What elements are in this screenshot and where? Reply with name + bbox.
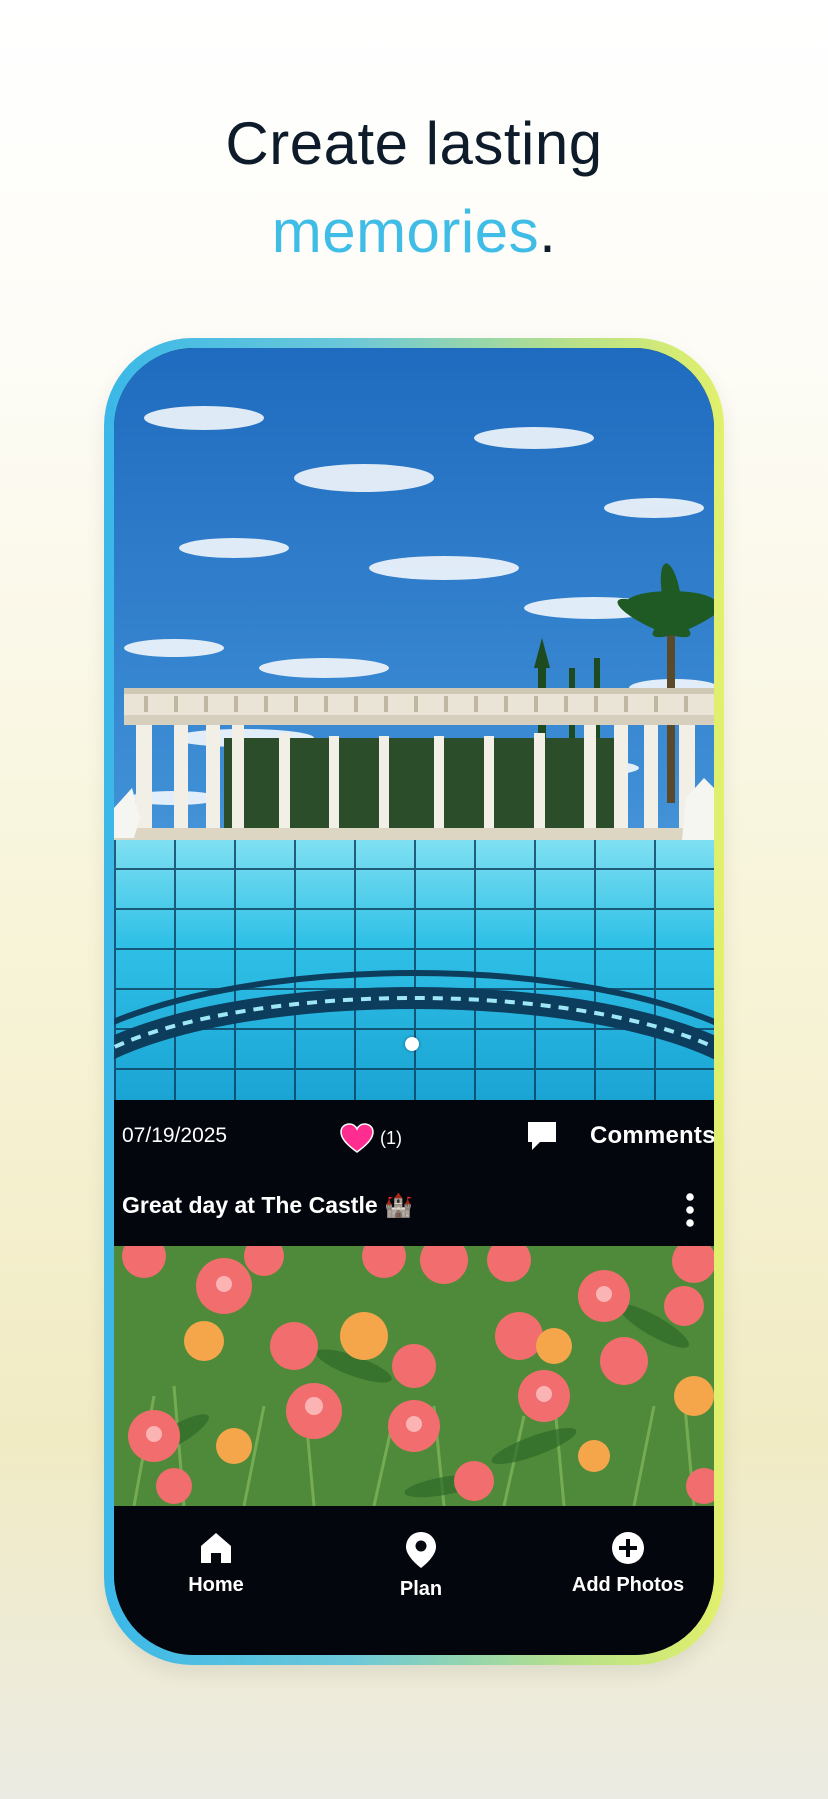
headline-period: .: [539, 198, 557, 265]
nav-home-label: Home: [188, 1574, 244, 1596]
post-info-bar: 07/19/2025 (1) Comments: [114, 1100, 714, 1176]
nav-add-photos[interactable]: Add Photos: [528, 1530, 714, 1597]
headline-accent-word: memories: [271, 198, 540, 265]
post-date: 07/19/2025: [122, 1124, 228, 1147]
plus-circle-icon: [612, 1532, 644, 1564]
pool-photo-illustration: [114, 348, 714, 1100]
nav-plan[interactable]: Plan: [321, 1530, 521, 1601]
bottom-nav: Home Plan Add Photos: [114, 1506, 714, 1655]
carousel-dot-indicator[interactable]: [405, 1037, 419, 1051]
like-button[interactable]: (1): [340, 1120, 402, 1156]
post-caption: Great day at The Castle 🏰: [122, 1192, 413, 1218]
post-photo-pool[interactable]: [114, 348, 714, 1100]
headline-line-2: memories.: [0, 188, 828, 276]
caption-bar: Great day at The Castle 🏰: [114, 1176, 714, 1246]
home-icon: [201, 1533, 231, 1563]
post-photo-flowers[interactable]: [114, 1246, 714, 1506]
more-vertical-icon[interactable]: [682, 1190, 698, 1230]
nav-add-photos-label: Add Photos: [571, 1574, 685, 1596]
nav-home[interactable]: Home: [116, 1530, 316, 1597]
heart-icon: [340, 1123, 374, 1153]
phone-screen: 07/19/2025 (1) Comments Great day at The…: [114, 348, 714, 1655]
phone-frame: 07/19/2025 (1) Comments Great day at The…: [104, 338, 724, 1665]
headline: Create lasting memories.: [0, 100, 828, 276]
headline-line-1: Create lasting: [225, 110, 603, 177]
nav-plan-label: Plan: [399, 1578, 443, 1600]
like-count: (1): [380, 1127, 402, 1148]
comment-bubble-icon: [528, 1122, 556, 1150]
flowers-photo-illustration: [114, 1246, 714, 1506]
comments-button[interactable]: Comments: [526, 1116, 714, 1156]
comments-label: Comments: [590, 1122, 714, 1149]
map-pin-icon: [406, 1532, 436, 1568]
